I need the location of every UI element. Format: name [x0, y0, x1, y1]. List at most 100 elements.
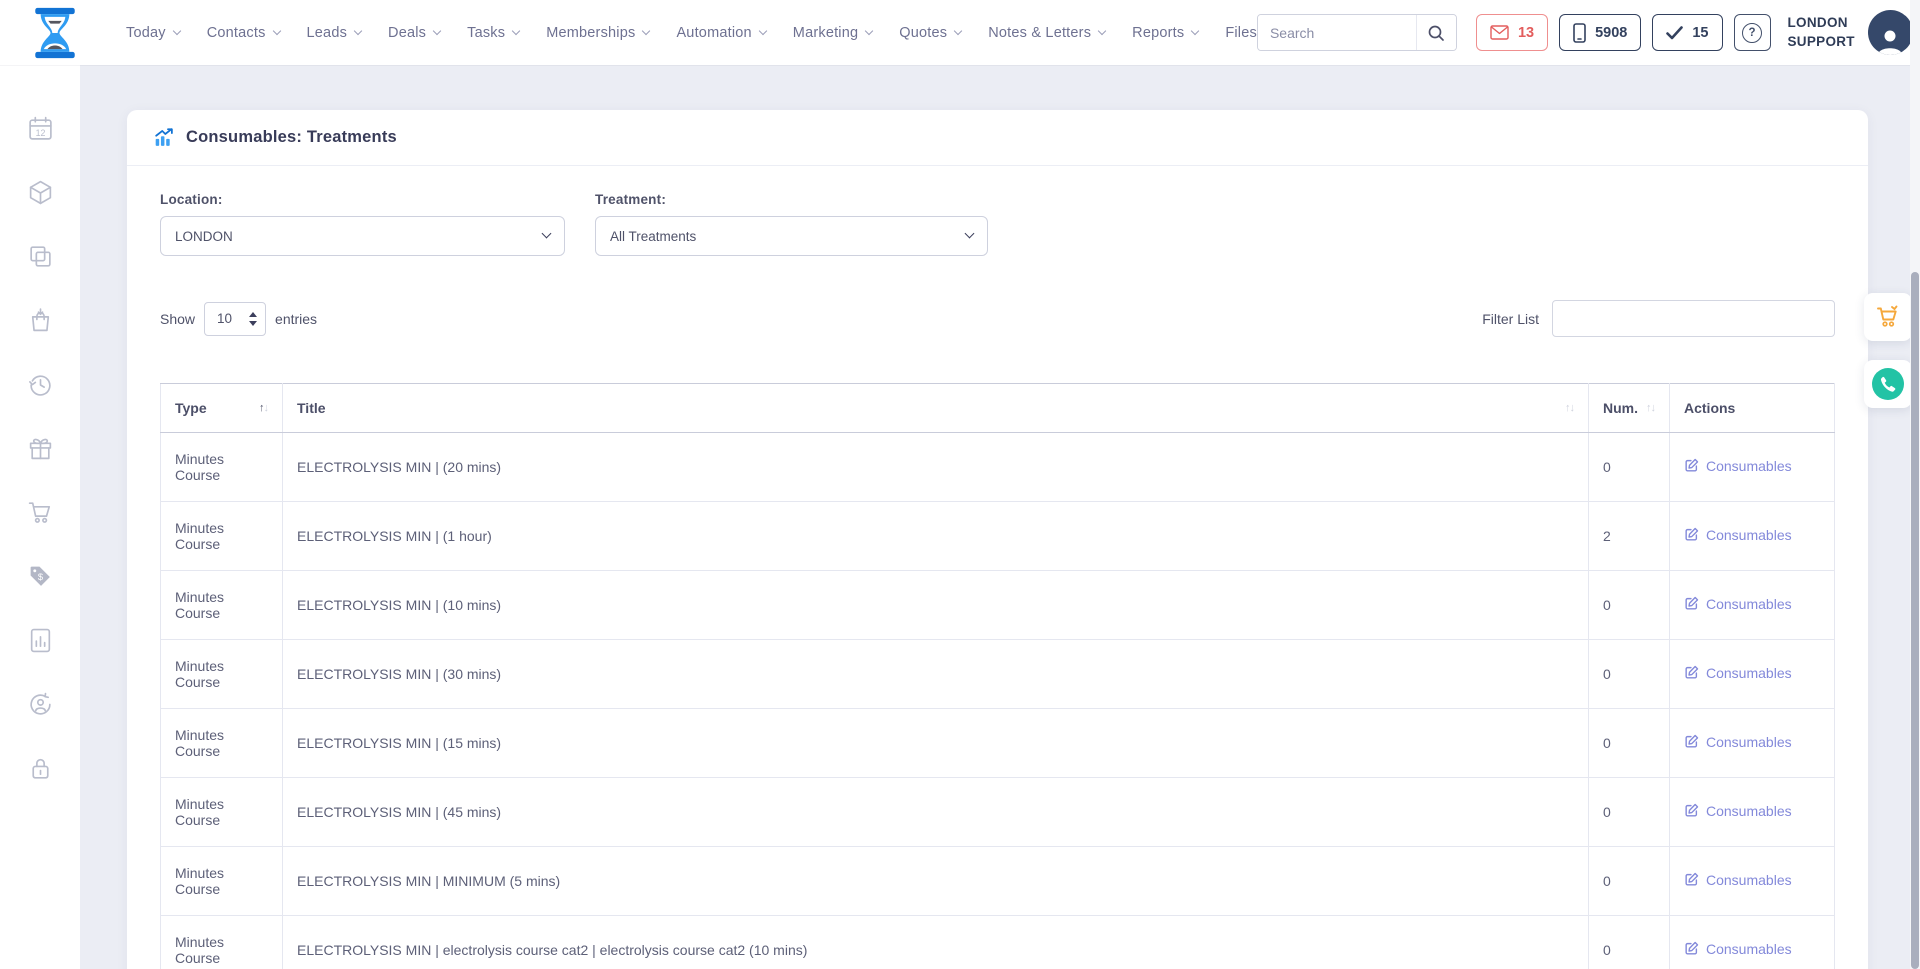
envelope-icon [1490, 25, 1509, 40]
nav-label: Marketing [793, 25, 858, 41]
table-row: Minutes Course ELECTROLYSIS MIN | (30 mi… [161, 640, 1835, 709]
phone-fab[interactable] [1864, 360, 1912, 408]
help-button[interactable]: ? [1734, 14, 1771, 51]
cell-actions: Consumables [1670, 709, 1835, 778]
chevron-down-icon [272, 26, 280, 34]
search-button[interactable] [1416, 15, 1456, 50]
column-header-title[interactable]: Title ↑↓ [283, 384, 1589, 433]
chevron-down-icon [354, 26, 362, 34]
checkmark-icon [1666, 26, 1683, 40]
sidebar-item-security[interactable] [25, 753, 55, 783]
chevron-down-icon [1191, 26, 1199, 34]
nav-label: Quotes [899, 25, 947, 41]
nav-item-leads[interactable]: Leads [307, 25, 362, 41]
filter-list-label: Filter List [1482, 311, 1539, 327]
sidebar-item-gift-vouchers[interactable] [25, 433, 55, 463]
nav-item-quotes[interactable]: Quotes [899, 25, 961, 41]
cell-title: ELECTROLYSIS MIN | (20 mins) [283, 433, 1589, 502]
scrollbar-thumb[interactable] [1911, 272, 1919, 969]
cell-actions: Consumables [1670, 640, 1835, 709]
filter-list-input[interactable] [1552, 300, 1835, 337]
show-label: Show [160, 311, 195, 327]
cell-num: 2 [1589, 502, 1670, 571]
tasks-badge[interactable]: 15 [1652, 14, 1722, 51]
nav-item-notes-letters[interactable]: Notes & Letters [988, 25, 1105, 41]
cell-num: 0 [1589, 571, 1670, 640]
chevron-down-icon [759, 26, 767, 34]
cell-type: Minutes Course [161, 709, 283, 778]
messages-badge[interactable]: 13 [1476, 14, 1548, 51]
column-header-type[interactable]: Type ↑↓ [161, 384, 283, 433]
svg-text:12: 12 [35, 127, 45, 137]
nav-label: Today [126, 25, 166, 41]
cell-title: ELECTROLYSIS MIN | MINIMUM (5 mins) [283, 847, 1589, 916]
cell-title: ELECTROLYSIS MIN | (45 mins) [283, 778, 1589, 847]
cell-num: 0 [1589, 433, 1670, 502]
nav-item-automation[interactable]: Automation [676, 25, 765, 41]
consumables-link-label: Consumables [1706, 665, 1792, 681]
sidebar-item-orders[interactable] [25, 305, 55, 335]
column-header-num[interactable]: Num. ↑↓ [1589, 384, 1670, 433]
copy-icon [27, 243, 54, 270]
cart-icon [1875, 304, 1901, 330]
sidebar-item-products[interactable] [25, 177, 55, 207]
chart-icon [153, 127, 175, 148]
sidebar-item-duplicates[interactable] [25, 241, 55, 271]
search-box [1257, 14, 1457, 51]
column-header-actions: Actions [1670, 384, 1835, 433]
treatment-select[interactable]: All Treatments [595, 216, 988, 256]
nav-item-today[interactable]: Today [126, 25, 180, 41]
consumables-link[interactable]: Consumables [1684, 803, 1792, 819]
consumables-link[interactable]: Consumables [1684, 458, 1792, 474]
person-icon [1875, 27, 1905, 55]
chevron-down-icon [954, 26, 962, 34]
user-sync-icon [27, 691, 54, 718]
sidebar-item-pricing[interactable]: $ [25, 561, 55, 591]
sidebar-item-client-sync[interactable] [25, 689, 55, 719]
page-size-select[interactable]: 10 [204, 302, 266, 336]
chevron-down-icon [512, 26, 520, 34]
table-row: Minutes Course ELECTROLYSIS MIN | (10 mi… [161, 571, 1835, 640]
treatment-filter: Treatment: All Treatments [595, 192, 988, 256]
nav-label: Contacts [207, 25, 266, 41]
nav-item-reports[interactable]: Reports [1132, 25, 1198, 41]
nav-item-marketing[interactable]: Marketing [793, 25, 872, 41]
app-logo[interactable] [26, 7, 84, 59]
cart-fab[interactable] [1864, 293, 1912, 341]
edit-icon [1684, 527, 1699, 542]
calendar-icon: 12 [27, 115, 54, 142]
consumables-panel: Consumables: Treatments Location: LONDON… [127, 110, 1868, 969]
nav-item-files[interactable]: Files [1225, 25, 1257, 41]
nav-item-memberships[interactable]: Memberships [546, 25, 649, 41]
cell-actions: Consumables [1670, 778, 1835, 847]
search-input[interactable] [1258, 15, 1416, 50]
nav-item-deals[interactable]: Deals [388, 25, 440, 41]
price-tag-icon: $ [27, 563, 54, 590]
avatar[interactable] [1868, 10, 1913, 55]
consumables-link[interactable]: Consumables [1684, 872, 1792, 888]
package-icon [27, 179, 54, 206]
sidebar-item-reports[interactable] [25, 625, 55, 655]
edit-icon [1684, 941, 1699, 956]
sidebar-item-purchases[interactable] [25, 497, 55, 527]
consumables-link[interactable]: Consumables [1684, 596, 1792, 612]
cell-title: ELECTROLYSIS MIN | (10 mins) [283, 571, 1589, 640]
consumables-link[interactable]: Consumables [1684, 665, 1792, 681]
consumables-link-label: Consumables [1706, 872, 1792, 888]
calls-badge[interactable]: 5908 [1559, 14, 1641, 51]
consumables-link[interactable]: Consumables [1684, 527, 1792, 543]
tasks-count: 15 [1692, 25, 1708, 41]
consumables-link[interactable]: Consumables [1684, 734, 1792, 750]
sidebar-item-calendar[interactable]: 12 [25, 113, 55, 143]
svg-text:$: $ [37, 572, 43, 582]
location-select[interactable]: LONDON [160, 216, 565, 256]
cell-num: 0 [1589, 709, 1670, 778]
nav-item-contacts[interactable]: Contacts [207, 25, 280, 41]
nav-label: Tasks [467, 25, 505, 41]
sidebar-item-history[interactable] [25, 369, 55, 399]
location-label: Location: [160, 192, 565, 207]
cell-type: Minutes Course [161, 916, 283, 969]
nav-item-tasks[interactable]: Tasks [467, 25, 519, 41]
consumables-link-label: Consumables [1706, 734, 1792, 750]
consumables-link[interactable]: Consumables [1684, 941, 1792, 957]
